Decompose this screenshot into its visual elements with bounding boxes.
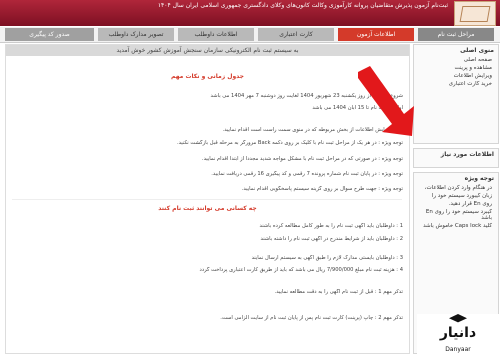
notice-line: زبان کیبورد سیستم خود را xyxy=(431,193,492,199)
rules-title: جدول زمانی و نکات مهم xyxy=(171,73,244,80)
red-arrow-icon xyxy=(358,66,414,136)
logo-text: دانیار xyxy=(439,325,477,341)
top-banner: ثبت‌نام آزمون پذیرش متقاضیان پروانه کارآ… xyxy=(0,0,500,26)
notice-line: کیبرد سیستم خود را روی En باشد xyxy=(425,209,492,221)
menu-item-view-print[interactable]: مشاهده و پرینت xyxy=(414,64,498,72)
notice-title: توجه ویژه xyxy=(464,175,494,182)
rule-line: توجه ویژه : در هر یک از مراحل ثبت نام با… xyxy=(176,140,403,146)
main-menu-title: منوی اصلی xyxy=(460,47,494,54)
welcome-message: به سیستم ثبت نام الکترونیکی سازمان سنجش … xyxy=(6,45,409,56)
notice-line: کلید Caps lock خاموش باشد xyxy=(423,223,492,229)
required-info-box: اطلاعات مورد نیاز xyxy=(413,148,499,168)
rule-line: شروع ثبت نام از روز یکشنبه 23 شهریور 140… xyxy=(210,93,403,99)
who-line: 2 : داوطلبان باید از شرایط مندرج در آگهی… xyxy=(260,236,403,242)
rule-line: توجه ویژه : در پایان ثبت نام شماره پروند… xyxy=(211,171,403,177)
who-title: چه کسانی می توانند ثبت نام کنند xyxy=(158,205,257,212)
main-menu-box: منوی اصلی صفحه اصلی مشاهده و پرینت ویرای… xyxy=(413,44,499,144)
danyar-logo: دانیار Danyaar xyxy=(417,314,499,356)
sidebar: منوی اصلی صفحه اصلی مشاهده و پرینت ویرای… xyxy=(413,44,499,354)
logo-subtext: Danyaar xyxy=(445,346,471,353)
rule-line: اولویت ثبت نام تا 15 آبان 1404 می باشد xyxy=(312,105,403,111)
notice-line: در هنگام وارد کردن اطلاعات، xyxy=(424,185,492,191)
rule-line: برای ویرایش اطلاعات از بخش مربوطه که در … xyxy=(222,127,403,133)
emblem-logo xyxy=(454,1,496,26)
who-line: تذکر مهم 2 : چاپ (پرینت) کارت ثبت نام پس… xyxy=(220,315,403,321)
tab-documents[interactable]: تصویر مدارک داوطلب xyxy=(98,28,174,41)
tab-credit-card[interactable]: کارت اعتباری xyxy=(258,28,334,41)
main-content: به سیستم ثبت نام الکترونیکی سازمان سنجش … xyxy=(5,44,410,354)
who-line: 3 : داوطلبان بایستی مدارک لازم را طبق آگ… xyxy=(251,255,403,261)
who-line: تذکر مهم 1 : قبل از ثبت نام آگهی را به د… xyxy=(274,289,403,295)
who-line: 1 : داوطلبان باید آگهی ثبت نام را به طور… xyxy=(259,223,403,229)
rule-line: توجه ویژه : در صورتی که در مراحل ثبت نام… xyxy=(201,156,403,162)
tab-tracking-code[interactable]: صدور کد پیگیری xyxy=(5,28,94,41)
required-info-title: اطلاعات مورد نیاز xyxy=(440,151,494,158)
who-line: 4 : هزینه ثبت نام مبلغ 7/900/000 ریال می… xyxy=(199,267,403,273)
tab-registration-steps[interactable]: مراحل ثبت نام xyxy=(418,28,494,41)
menu-item-home[interactable]: صفحه اصلی xyxy=(414,56,498,64)
menu-item-edit-info[interactable]: ویرایش اطلاعات xyxy=(414,72,498,80)
rule-line: توجه ویژه : جهت طرح سوال بر روی گزینه سی… xyxy=(241,186,403,192)
notice-line: روی En قرار دهید. xyxy=(448,201,492,207)
menu-item-buy-card[interactable]: خرید کارت اعتباری xyxy=(414,80,498,88)
tab-exam-info[interactable]: اطلاعات آزمون xyxy=(338,28,414,41)
tab-applicant-info[interactable]: اطلاعات داوطلب xyxy=(178,28,254,41)
divider xyxy=(12,199,402,200)
banner-title: ثبت‌نام آزمون پذیرش متقاضیان پروانه کارآ… xyxy=(157,2,448,9)
